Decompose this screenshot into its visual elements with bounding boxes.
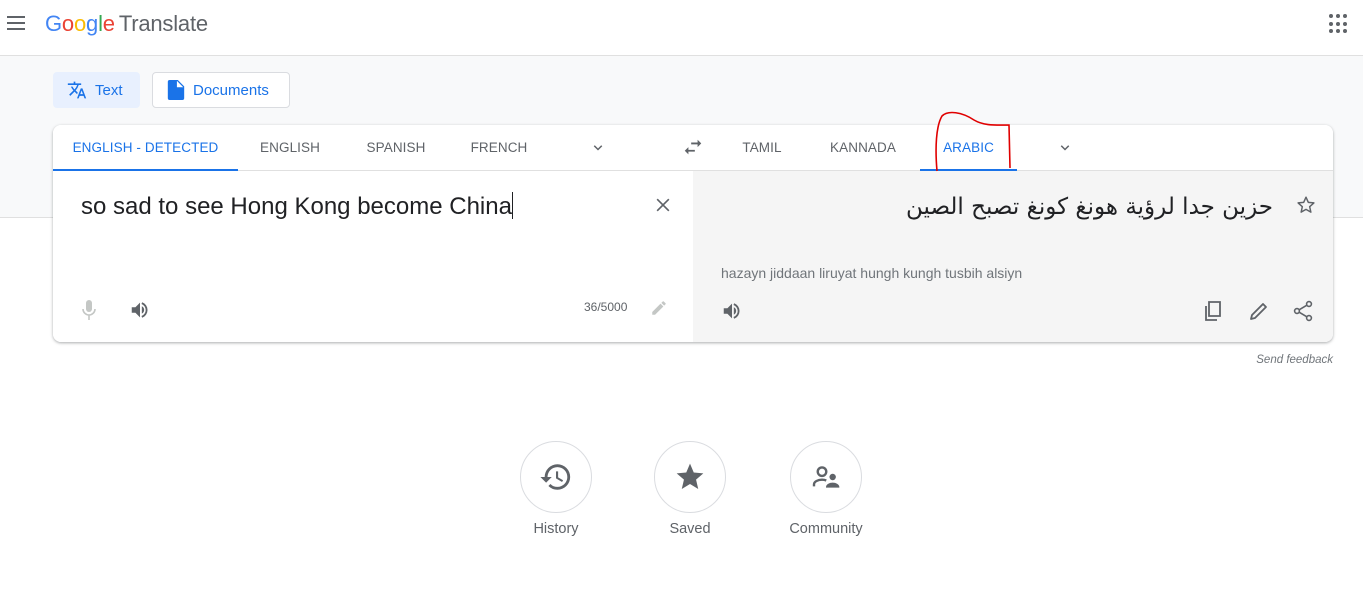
clear-text-icon[interactable]: [653, 195, 673, 215]
character-counter: 36/5000: [584, 300, 628, 314]
translated-text: حزين جدا لرؤية هونغ كونغ تصبح الصين: [906, 194, 1273, 220]
history-circle: [520, 441, 592, 513]
source-text: so sad to see Hong Kong become China: [81, 193, 512, 220]
language-bar: ENGLISH - DETECTED ENGLISH SPANISH FRENC…: [53, 125, 1333, 172]
target-lang-tab-tamil[interactable]: TAMIL: [718, 125, 806, 171]
listen-translation-speaker-icon[interactable]: [721, 300, 743, 322]
google-translate-logo[interactable]: Google Translate: [45, 9, 208, 39]
source-lang-tab-french[interactable]: FRENCH: [450, 125, 548, 171]
source-lang-tab-spanish[interactable]: SPANISH: [342, 125, 450, 171]
community-label: Community: [789, 521, 863, 537]
text-mode-label: Text: [95, 81, 123, 99]
send-feedback-link[interactable]: Send feedback: [1256, 354, 1333, 366]
source-text-input[interactable]: so sad to see Hong Kong become China: [81, 191, 513, 223]
logo-letter: e: [102, 11, 115, 36]
source-lang-more-chevron-icon[interactable]: [589, 139, 607, 157]
source-pane: so sad to see Hong Kong become China 36/…: [53, 171, 693, 342]
transliteration-text: hazayn jiddaan liruyat hungh kungh tusbi…: [721, 265, 1023, 281]
copy-translation-icon[interactable]: [1201, 299, 1225, 323]
history-button[interactable]: History: [501, 441, 611, 537]
target-pane: حزين جدا لرؤية هونغ كونغ تصبح الصين haza…: [693, 171, 1333, 342]
handwriting-pencil-icon[interactable]: [650, 299, 668, 317]
saved-circle: [654, 441, 726, 513]
share-translation-icon[interactable]: [1291, 299, 1315, 323]
logo-letter: o: [73, 11, 87, 36]
history-label: History: [533, 521, 579, 537]
save-translation-star-icon[interactable]: [1295, 194, 1317, 216]
product-name: Translate: [118, 11, 208, 36]
target-lang-tab-kannada[interactable]: KANNADA: [806, 125, 920, 171]
community-button[interactable]: Community: [771, 441, 881, 537]
community-icon: [812, 466, 840, 488]
edit-translation-pencil-icon[interactable]: [1247, 299, 1271, 323]
target-lang-more-chevron-icon[interactable]: [1056, 139, 1074, 157]
microphone-icon[interactable]: [81, 299, 97, 321]
logo-letter: g: [86, 11, 99, 36]
top-app-bar: Google Translate: [0, 0, 1363, 56]
text-cursor: [511, 192, 513, 219]
listen-source-speaker-icon[interactable]: [129, 299, 151, 321]
logo-letter: G: [45, 11, 62, 36]
star-icon: [676, 463, 704, 489]
source-lang-tab-english[interactable]: ENGLISH: [238, 125, 342, 171]
target-lang-tab-arabic[interactable]: ARABIC: [920, 125, 1017, 172]
saved-label: Saved: [669, 521, 711, 537]
translation-card: ENGLISH - DETECTED ENGLISH SPANISH FRENC…: [53, 125, 1333, 342]
community-circle: [790, 441, 862, 513]
documents-mode-label: Documents: [193, 81, 269, 99]
translate-icon: [67, 81, 87, 99]
logo-letter: o: [61, 11, 74, 36]
document-icon: [167, 80, 185, 100]
swap-languages-icon[interactable]: [682, 138, 704, 158]
saved-button[interactable]: Saved: [635, 441, 745, 537]
text-mode-button[interactable]: Text: [53, 72, 140, 108]
documents-mode-button[interactable]: Documents: [152, 72, 290, 108]
history-icon: [540, 464, 571, 490]
apps-grid-icon[interactable]: [1329, 14, 1349, 34]
hamburger-menu-icon[interactable]: [7, 13, 27, 33]
source-lang-tab-detected[interactable]: ENGLISH - DETECTED: [53, 125, 238, 172]
